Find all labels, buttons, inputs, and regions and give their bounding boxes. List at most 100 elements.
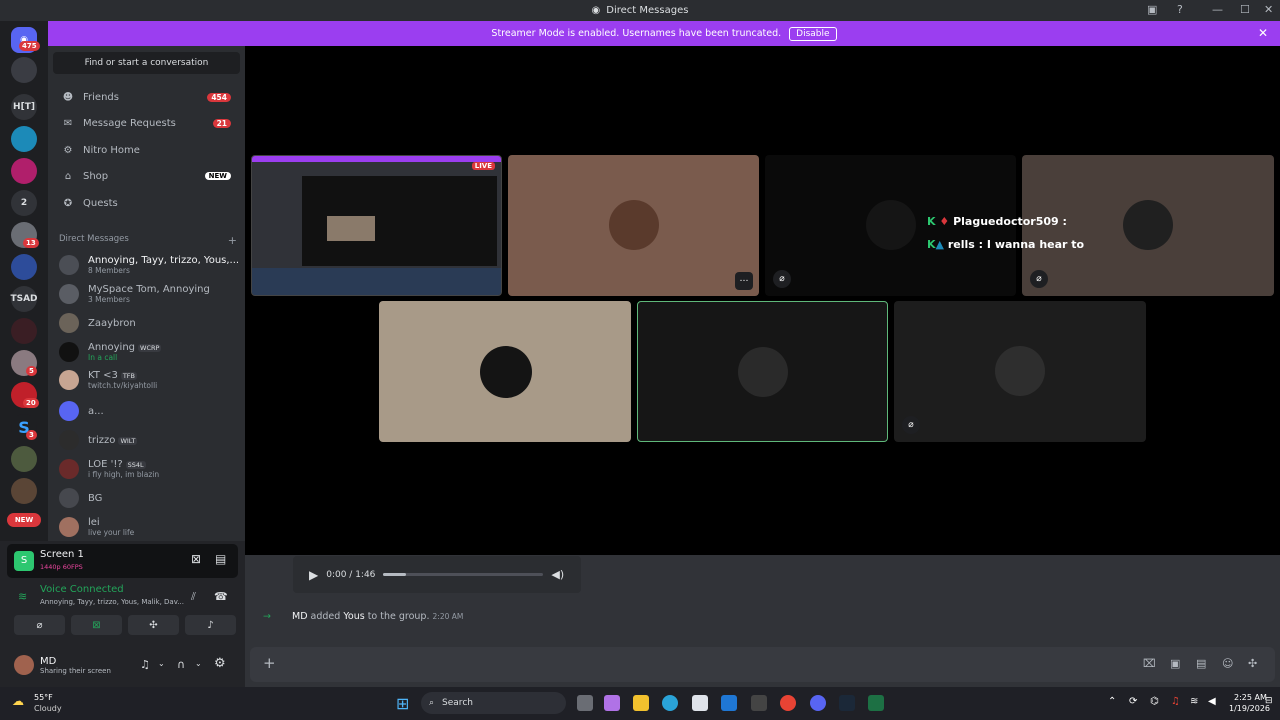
stream-thumbnail	[252, 156, 501, 162]
windows-start-icon[interactable]: ⊞	[396, 694, 409, 713]
task-view-icon[interactable]	[577, 695, 593, 711]
excel-icon[interactable]	[868, 695, 884, 711]
play-icon[interactable]: ▶	[309, 568, 318, 582]
screen-share-card[interactable]: S Screen 1 1440p 60FPS ⊠ ▤	[7, 544, 238, 578]
search-icon: ⌕	[429, 698, 435, 708]
inbox-icon[interactable]: ▣	[1147, 3, 1157, 16]
help-icon[interactable]: ?	[1177, 3, 1183, 16]
server-icon[interactable]	[11, 158, 37, 184]
current-user[interactable]: MD Sharing their screen ♫ ⌄ ∩ ⌄ ⚙	[14, 651, 234, 679]
nitro-icon: ⚙	[63, 144, 73, 156]
edge-icon[interactable]	[662, 695, 678, 711]
target-name[interactable]: Yous	[343, 611, 364, 622]
steam-icon[interactable]	[839, 695, 855, 711]
chat-area: ▶ 0:00 / 1:46 ◀) → MD added Yous to the …	[245, 555, 1280, 687]
noise-suppression-icon[interactable]: ⫽	[191, 590, 196, 604]
server-badge: 5	[26, 366, 37, 376]
chevron-down-icon[interactable]: ⌄	[195, 659, 202, 668]
nav-shop[interactable]: ⌂ Shop NEW	[54, 164, 239, 188]
app-icon[interactable]	[751, 695, 767, 711]
tray-volume-icon[interactable]: ◀	[1208, 696, 1216, 707]
stream-settings-icon[interactable]: ▤	[215, 552, 226, 566]
dm-item[interactable]: trizzo WILT	[59, 428, 239, 452]
chevron-down-icon[interactable]: ⌄	[158, 659, 165, 668]
more-options-icon[interactable]: …	[735, 272, 753, 290]
copilot-icon[interactable]	[604, 695, 620, 711]
gif-icon[interactable]: ▣	[1170, 657, 1180, 670]
server-icon[interactable]	[11, 57, 37, 83]
disable-button[interactable]: Disable	[789, 26, 837, 41]
avatar	[480, 346, 532, 398]
tray-sync-icon[interactable]: ⟳	[1129, 696, 1137, 707]
soundboard-button[interactable]: ♪	[185, 615, 236, 635]
notifications-icon[interactable]: ⊟	[1265, 696, 1273, 706]
chrome-icon[interactable]	[780, 695, 796, 711]
apps-icon[interactable]: ✣	[1248, 657, 1257, 670]
microphone-icon[interactable]: ♫	[140, 658, 150, 671]
activities-button[interactable]: ✣	[128, 615, 179, 635]
dm-item[interactable]: KT <3 TFB twitch.tv/kiyahtolli	[59, 368, 239, 392]
maximize-button[interactable]: ☐	[1240, 3, 1250, 16]
server-ht[interactable]: H[T]	[11, 94, 37, 120]
progress-bar[interactable]	[383, 573, 544, 576]
stop-stream-icon[interactable]: ⊠	[191, 552, 201, 566]
actor-name[interactable]: MD	[292, 611, 308, 622]
disconnect-icon[interactable]: ☎	[214, 590, 228, 603]
emoji-icon[interactable]: ☺	[1222, 657, 1233, 670]
clock-date[interactable]: 1/19/2026	[1229, 704, 1270, 713]
close-icon[interactable]: ✕	[1258, 26, 1268, 40]
dm-item[interactable]: BG	[59, 486, 239, 510]
tray-network-icon[interactable]: ⌬	[1150, 696, 1159, 707]
headphones-icon[interactable]: ∩	[177, 658, 185, 671]
server-icon[interactable]	[11, 478, 37, 504]
nav-message-requests[interactable]: ✉ Message Requests 21	[54, 111, 239, 135]
search-conversation-input[interactable]: Find or start a conversation	[53, 52, 240, 74]
tray-mic-icon[interactable]: ♫	[1171, 696, 1180, 707]
add-dm-icon[interactable]: +	[228, 234, 237, 247]
store-icon[interactable]	[692, 695, 708, 711]
minimize-button[interactable]: —	[1212, 3, 1223, 16]
participant-tile[interactable]	[379, 301, 631, 442]
player-time: 0:00 / 1:46	[326, 569, 376, 580]
volume-icon[interactable]: ◀)	[551, 568, 564, 581]
dm-item[interactable]: lei live your life	[59, 515, 239, 539]
dm-item[interactable]: a...	[59, 399, 239, 423]
sticker-icon[interactable]: ▤	[1196, 657, 1206, 670]
avatar	[59, 370, 79, 390]
nav-quests[interactable]: ✪ Quests	[54, 191, 239, 215]
discord-taskbar-icon[interactable]	[810, 695, 826, 711]
add-attachment-icon[interactable]: +	[263, 654, 276, 672]
nav-friends[interactable]: ☻ Friends 454	[54, 85, 239, 109]
camera-off-button[interactable]: ⌀	[14, 615, 65, 635]
server-icon[interactable]	[11, 318, 37, 344]
close-window-button[interactable]: ✕	[1264, 3, 1273, 16]
dm-sub: 3 Members	[88, 295, 130, 304]
gear-icon[interactable]: ⚙	[214, 656, 226, 671]
server-tsad[interactable]: TSAD	[10, 286, 38, 312]
participant-tile[interactable]: …	[508, 155, 759, 296]
server-icon[interactable]	[11, 446, 37, 472]
nav-nitro-home[interactable]: ⚙ Nitro Home	[54, 138, 239, 162]
outlook-icon[interactable]	[721, 695, 737, 711]
dm-item[interactable]: Zaaybron	[59, 311, 239, 335]
dm-item[interactable]: LOE '!? SS4L i fly high, im blazin	[59, 457, 239, 481]
server-icon[interactable]	[11, 254, 37, 280]
tray-chevron-icon[interactable]: ⌃	[1108, 696, 1116, 707]
message-composer[interactable]: + ⌧ ▣ ▤ ☺ ✣	[250, 647, 1275, 682]
participant-tile-speaking[interactable]	[637, 301, 888, 442]
tray-wifi-icon[interactable]: ≋	[1190, 696, 1198, 707]
server-icon[interactable]	[11, 126, 37, 152]
file-explorer-icon[interactable]	[633, 695, 649, 711]
dm-item[interactable]: Annoying WCRP In a call	[59, 340, 239, 364]
clock-time[interactable]: 2:25 AM	[1234, 693, 1267, 702]
participant-tile[interactable]: ⌀	[894, 301, 1146, 442]
stream-tile[interactable]: LIVE	[251, 155, 502, 296]
taskbar-search[interactable]: ⌕ Search	[421, 692, 566, 714]
dm-item[interactable]: Annoying, Tayy, trizzo, Yous,... 8 Member…	[59, 253, 239, 277]
dm-item[interactable]: MySpace Tom, Annoying 3 Members	[59, 282, 239, 306]
server-tag: TFB	[120, 372, 137, 380]
server-2[interactable]: 2	[11, 190, 37, 216]
gift-icon[interactable]: ⌧	[1143, 657, 1156, 670]
new-server-badge[interactable]: NEW	[7, 513, 41, 527]
share-screen-button[interactable]: ⊠	[71, 615, 122, 635]
